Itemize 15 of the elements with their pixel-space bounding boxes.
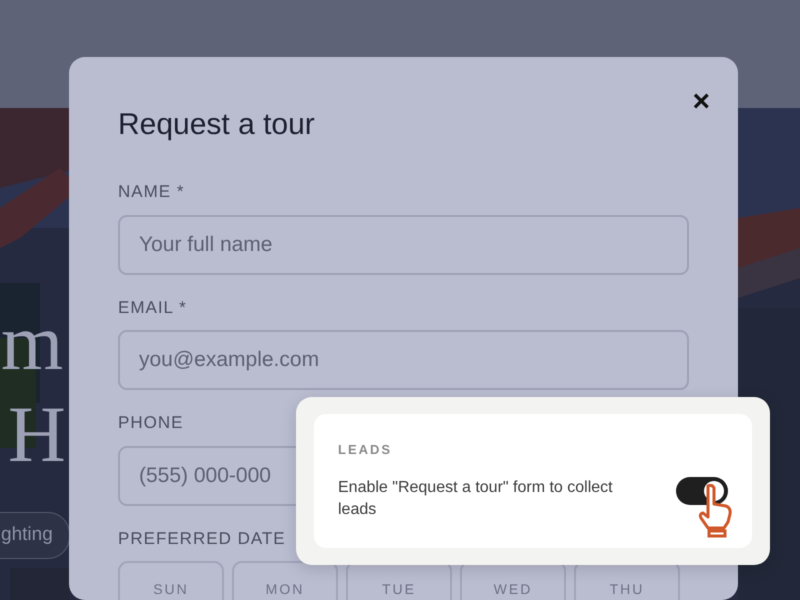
hand-cursor-icon	[698, 484, 734, 538]
setting-description: Enable "Request a tour" form to collect leads	[338, 478, 614, 520]
field-label: NAME *	[118, 181, 184, 203]
close-button[interactable]: ×	[688, 87, 714, 117]
field-label: EMAIL *	[118, 296, 187, 318]
section-heading: LEADS	[338, 441, 394, 459]
hero-heading-text: H	[8, 395, 66, 475]
modal-title: Request a tour	[118, 107, 316, 143]
input-field[interactable]: you@example.com	[118, 330, 689, 390]
day-option[interactable]: SUN	[118, 561, 224, 600]
field-label: PHONE	[118, 412, 184, 434]
input-field[interactable]: Your full name	[118, 214, 689, 274]
hero-heading-text: m	[1, 303, 64, 383]
field-label: PREFERRED DATE	[118, 528, 286, 550]
tag-chip[interactable]: ghting	[0, 512, 70, 558]
